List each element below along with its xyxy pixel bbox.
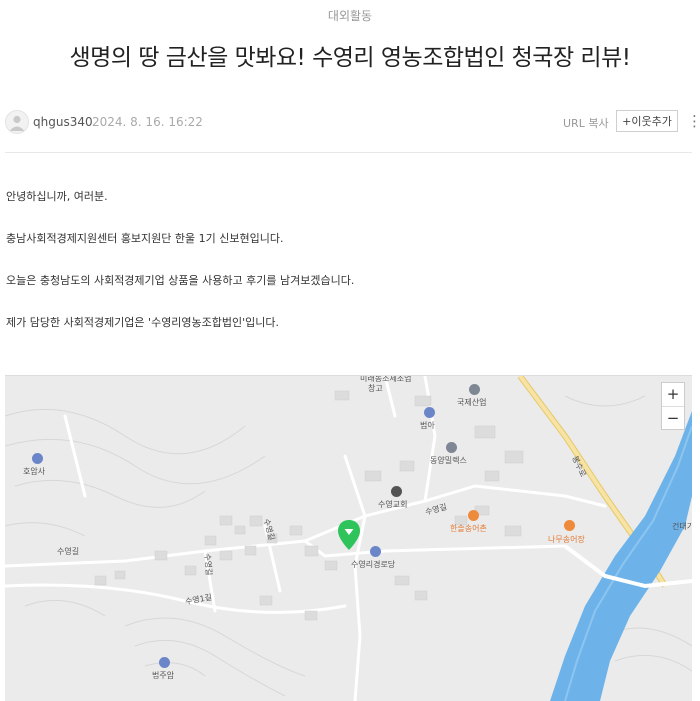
zoom-in-button[interactable]: + [662,383,684,407]
post-meta: qhgus340 2024. 8. 16. 16:22 URL 복사 +이웃추가… [5,110,700,138]
place-pin-icon[interactable] [424,407,435,418]
map-label-geondae: 건대기 [672,522,692,531]
author-name[interactable]: qhgus340 [33,115,93,129]
post-category[interactable]: 대외활동 [0,7,700,24]
map-label-beopju: 법주암 [152,671,175,680]
post-title: 생명의 땅 금산을 맛봐요! 수영리 영농조합법인 청국장 리뷰! [69,45,631,71]
more-options-icon[interactable]: ⋮ [687,112,700,130]
church-icon[interactable] [391,486,402,497]
factory-icon[interactable] [469,384,480,395]
map-embed[interactable]: 미래농조제조업 창고 국제산업 범아 동양밀렉스 호암사 수영교회 수영길 수영… [5,375,692,701]
divider [5,152,692,153]
restaurant-icon[interactable] [468,510,479,521]
temple-icon[interactable] [32,453,43,464]
body-paragraph: 충남사회적경제지원센터 홍보지원단 한울 1기 신보현입니다. [6,232,284,245]
zoom-out-button[interactable]: − [662,407,684,430]
map-label-hansol: 한솔송어촌 [450,524,487,533]
add-neighbor-button[interactable]: +이웃추가 [616,110,678,132]
place-pin-icon[interactable] [370,546,381,557]
restaurant-icon[interactable] [564,520,575,531]
post-date: 2024. 8. 16. 16:22 [92,115,203,129]
map-zoom-controls: + − [661,382,685,430]
map-label-dongyang: 동양밀렉스 [430,456,467,465]
road-label: 수영길 [57,547,80,556]
temple-icon[interactable] [159,657,170,668]
map-label-beoma: 범아 [420,421,435,430]
location-marker-icon[interactable] [337,519,361,551]
map-label-church: 수영교회 [378,500,408,509]
avatar[interactable] [5,110,29,134]
map-label-namu: 나무송어장 [548,535,585,544]
road-label: 수영길 [202,553,214,576]
url-copy-button[interactable]: URL 복사 [563,115,609,131]
factory-icon[interactable] [446,442,457,453]
map-label-homam: 호암사 [23,467,46,476]
map-label-senior-center: 수영리경로당 [351,560,396,569]
map-label-kukje: 국제산업 [457,398,487,407]
body-paragraph: 제가 담당한 사회적경제기업은 '수영리영농조합법인'입니다. [6,316,280,329]
map-label-warehouse: 창고 [368,384,383,393]
body-paragraph: 오늘은 충청남도의 사회적경제기업 상품을 사용하고 후기를 남겨보겠습니다. [6,274,355,287]
body-paragraph: 안녕하십니까, 여러분. [6,190,108,203]
user-icon [9,115,25,131]
